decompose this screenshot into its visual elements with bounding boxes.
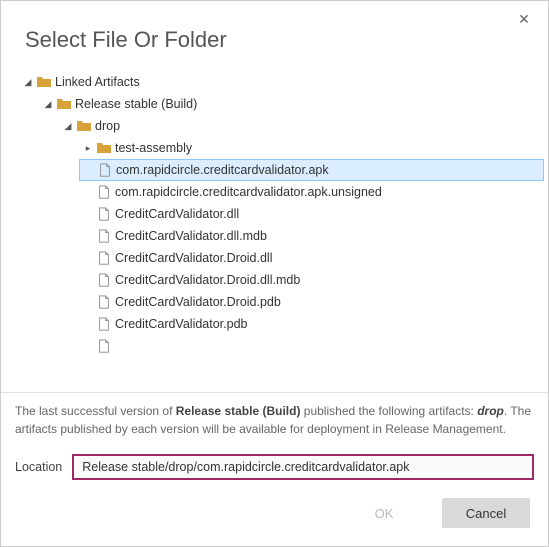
location-input[interactable] (72, 454, 534, 480)
tree-node-file[interactable]: ▸ CreditCardValidator.Droid.dll (79, 247, 548, 269)
file-icon (96, 184, 112, 200)
folder-icon (36, 74, 52, 90)
tree-node-file[interactable]: ▸ CreditCardValidator.dll.mdb (79, 225, 548, 247)
info-bold-drop: drop (477, 404, 504, 418)
file-icon (97, 162, 113, 178)
tree-label: CreditCardValidator.dll (115, 207, 239, 221)
close-icon: ✕ (518, 11, 530, 28)
cancel-button[interactable]: Cancel (442, 498, 530, 528)
tree-label: CreditCardValidator.Droid.pdb (115, 295, 281, 309)
folder-icon (76, 118, 92, 134)
caret-down-icon[interactable]: ◢ (23, 77, 33, 87)
info-bold-release: Release stable (Build) (176, 404, 301, 418)
file-icon (96, 338, 112, 354)
file-icon (96, 206, 112, 222)
ok-button[interactable]: OK (340, 498, 428, 528)
tree-node-file[interactable]: ▸ CreditCardValidator.Droid.dll.mdb (79, 269, 548, 291)
file-icon (96, 294, 112, 310)
caret-down-icon[interactable]: ◢ (63, 121, 73, 131)
tree-label: drop (95, 119, 120, 133)
folder-icon (96, 140, 112, 156)
tree-node-release[interactable]: ◢ Release stable (Build) (39, 93, 548, 115)
file-icon (96, 228, 112, 244)
folder-icon (56, 96, 72, 112)
tree-node-test-assembly[interactable]: ▸ test-assembly (79, 137, 548, 159)
tree-label: Linked Artifacts (55, 75, 140, 89)
tree-label: CreditCardValidator.dll.mdb (115, 229, 267, 243)
tree-label: com.rapidcircle.creditcardvalidator.apk (116, 163, 329, 177)
file-icon (96, 316, 112, 332)
info-mid: published the following artifacts: (300, 404, 477, 418)
tree-label: Release stable (Build) (75, 97, 197, 111)
tree-label: CreditCardValidator.Droid.dll (115, 251, 272, 265)
info-pre: The last successful version of (15, 404, 176, 418)
tree-label: CreditCardValidator.Droid.dll.mdb (115, 273, 300, 287)
close-button[interactable]: ✕ (514, 9, 534, 29)
location-label: Location (15, 460, 62, 474)
dialog-title: Select File Or Folder (1, 1, 548, 67)
tree-label: com.rapidcircle.creditcardvalidator.apk.… (115, 185, 382, 199)
tree-label: CreditCardValidator.pdb (115, 317, 247, 331)
tree-node-file[interactable]: ▸ com.rapidcircle.creditcardvalidator.ap… (79, 181, 548, 203)
file-icon (96, 272, 112, 288)
tree-node-file[interactable]: ▸ CreditCardValidator.dll (79, 203, 548, 225)
tree-node-file[interactable]: ▸ CreditCardValidator.pdb (79, 313, 548, 335)
file-icon (96, 250, 112, 266)
caret-right-icon[interactable]: ▸ (83, 143, 93, 153)
caret-down-icon[interactable]: ◢ (43, 99, 53, 109)
tree-node-file[interactable]: ▸ CreditCardValidator.Droid.pdb (79, 291, 548, 313)
tree-view[interactable]: ◢ Linked Artifacts ◢ Release stable (Bui… (1, 67, 548, 393)
tree-node-file[interactable]: ▸ (79, 335, 548, 357)
info-text: The last successful version of Release s… (1, 393, 548, 444)
tree-label: test-assembly (115, 141, 192, 155)
tree-node-file[interactable]: ▸ com.rapidcircle.creditcardvalidator.ap… (79, 159, 544, 181)
tree-node-drop[interactable]: ◢ drop (59, 115, 548, 137)
tree-node-linked-artifacts[interactable]: ◢ Linked Artifacts (19, 71, 548, 93)
